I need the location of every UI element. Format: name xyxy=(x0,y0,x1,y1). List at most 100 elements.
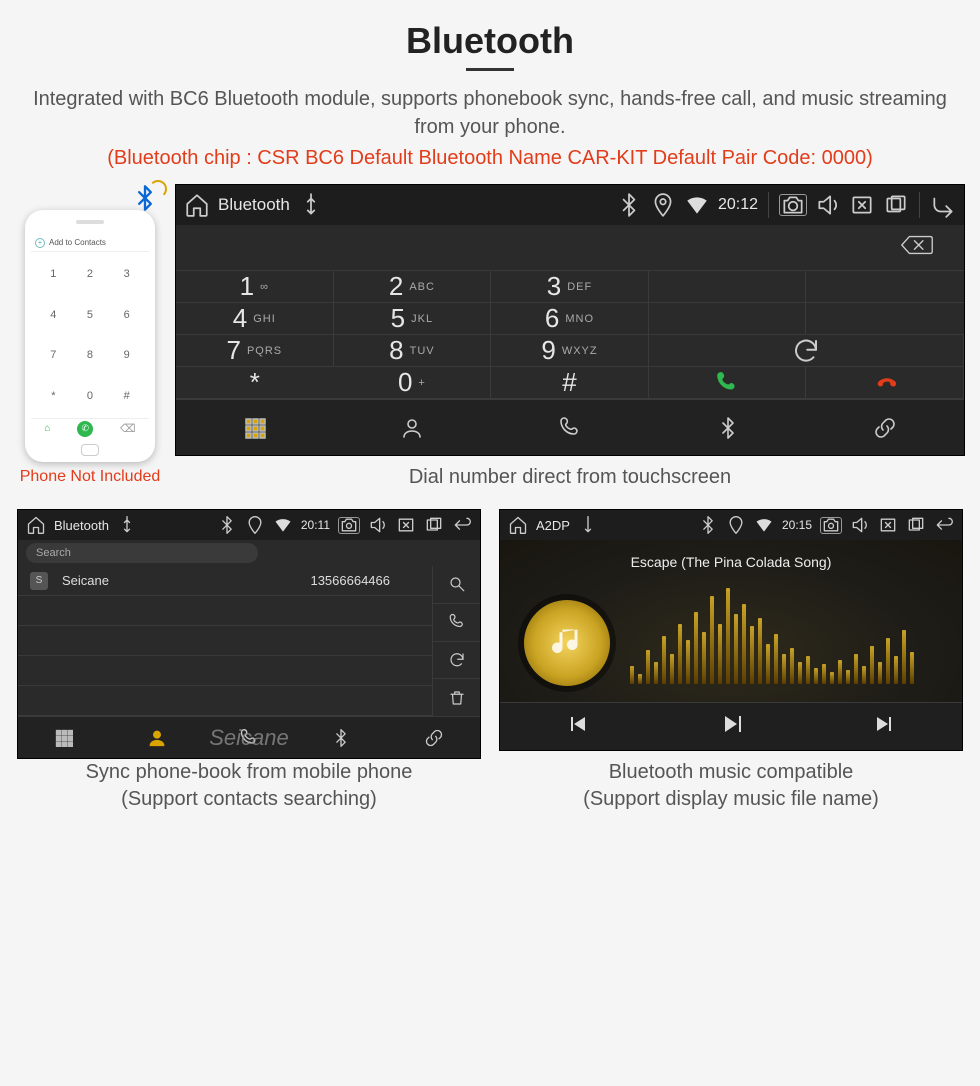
key-2[interactable]: 2ABC xyxy=(334,271,492,303)
usb-icon xyxy=(578,515,598,535)
key-hash[interactable]: # xyxy=(491,367,649,399)
key-blank-2 xyxy=(806,271,964,303)
album-art xyxy=(524,600,610,686)
next-button[interactable] xyxy=(873,712,897,741)
key-9[interactable]: 9WXYZ xyxy=(491,335,649,367)
clock: 20:15 xyxy=(782,518,812,532)
phone-caption: Phone Not Included xyxy=(20,468,161,486)
contact-initial: S xyxy=(30,572,48,590)
clock: 20:12 xyxy=(718,196,758,214)
list-item xyxy=(18,656,432,686)
music-controls xyxy=(500,702,962,750)
tab-contacts[interactable] xyxy=(110,717,202,758)
add-contact-label: Add to Contacts xyxy=(49,238,106,247)
tab-call-log[interactable] xyxy=(203,717,295,758)
search-row: Search xyxy=(18,540,480,566)
add-contact-icon: + xyxy=(35,238,45,248)
back-icon[interactable] xyxy=(934,515,954,535)
volume-icon[interactable] xyxy=(850,515,870,535)
back-icon[interactable] xyxy=(452,515,472,535)
close-app-icon[interactable] xyxy=(878,515,898,535)
phone-mockup-column: + Add to Contacts 123 456 789 *0# ⌂ ✆ ⌫ xyxy=(15,184,165,486)
hangup-button[interactable] xyxy=(806,367,964,399)
key-blank-1 xyxy=(649,271,807,303)
sync-button[interactable] xyxy=(433,642,480,680)
camera-icon[interactable] xyxy=(779,194,807,216)
equalizer-icon xyxy=(630,600,942,684)
backspace-button[interactable] xyxy=(900,234,934,261)
app-title: Bluetooth xyxy=(54,518,109,533)
page-subtitle: Integrated with BC6 Bluetooth module, su… xyxy=(15,85,965,141)
camera-icon[interactable] xyxy=(338,517,360,534)
song-title: Escape (The Pina Colada Song) xyxy=(500,554,962,570)
tab-bluetooth[interactable] xyxy=(649,400,807,455)
clock: 20:11 xyxy=(301,518,330,532)
list-item xyxy=(18,626,432,656)
camera-icon[interactable] xyxy=(820,517,842,534)
usb-icon xyxy=(298,192,324,218)
music-statusbar: A2DP 20:15 xyxy=(500,510,962,540)
contact-name: Seicane xyxy=(62,573,109,588)
recent-apps-icon[interactable] xyxy=(424,515,444,535)
recent-apps-icon[interactable] xyxy=(883,192,909,218)
close-app-icon[interactable] xyxy=(396,515,416,535)
home-icon[interactable] xyxy=(26,515,46,535)
wifi-icon xyxy=(754,515,774,535)
dialer-display xyxy=(176,225,964,271)
key-5[interactable]: 5JKL xyxy=(334,303,492,335)
phonebook-panel: Bluetooth 20:11 Search xyxy=(17,509,481,759)
app-title: Bluetooth xyxy=(218,195,290,215)
key-star[interactable]: * xyxy=(176,367,334,399)
location-icon xyxy=(650,192,676,218)
contact-row[interactable]: S Seicane 13566664466 xyxy=(18,566,432,596)
redial-button[interactable] xyxy=(649,335,964,367)
list-item xyxy=(18,686,432,716)
key-blank-3 xyxy=(649,303,807,335)
phonebook-side-actions xyxy=(432,566,480,716)
tab-pair[interactable] xyxy=(388,717,480,758)
play-pause-button[interactable] xyxy=(719,712,743,741)
tab-pair[interactable] xyxy=(806,400,964,455)
tab-dialpad[interactable] xyxy=(18,717,110,758)
tab-dialpad[interactable] xyxy=(176,400,334,455)
title-underline xyxy=(466,68,514,71)
music-body: Escape (The Pina Colada Song) xyxy=(500,540,962,702)
key-1[interactable]: 1∞ xyxy=(176,271,334,303)
home-icon[interactable] xyxy=(184,192,210,218)
wifi-icon xyxy=(273,515,293,535)
key-0[interactable]: 0+ xyxy=(334,367,492,399)
volume-icon[interactable] xyxy=(815,192,841,218)
list-item xyxy=(18,596,432,626)
page-title: Bluetooth xyxy=(406,20,574,62)
phone-call-icon: ✆ xyxy=(77,421,93,437)
phone-dialpad: 123 456 789 *0# xyxy=(31,252,149,418)
tab-call-log[interactable] xyxy=(491,400,649,455)
contacts-list[interactable]: S Seicane 13566664466 xyxy=(18,566,432,716)
key-3[interactable]: 3DEF xyxy=(491,271,649,303)
search-button[interactable] xyxy=(433,566,480,604)
bluetooth-icon xyxy=(616,192,642,218)
close-app-icon[interactable] xyxy=(849,192,875,218)
delete-button[interactable] xyxy=(433,679,480,716)
recent-apps-icon[interactable] xyxy=(906,515,926,535)
phonebook-statusbar: Bluetooth 20:11 xyxy=(18,510,480,540)
dialer-caption: Dial number direct from touchscreen xyxy=(175,466,965,489)
search-input[interactable]: Search xyxy=(26,543,258,563)
tab-contacts[interactable] xyxy=(334,400,492,455)
dialer-tabs xyxy=(176,399,964,455)
call-button[interactable] xyxy=(433,604,480,642)
tab-bluetooth[interactable] xyxy=(295,717,387,758)
dialer-statusbar: Bluetooth 20:12 xyxy=(176,185,964,225)
back-icon[interactable] xyxy=(930,192,956,218)
phone-backspace-icon: ⌫ xyxy=(120,422,136,435)
prev-button[interactable] xyxy=(565,712,589,741)
key-7[interactable]: 7PQRS xyxy=(176,335,334,367)
home-icon[interactable] xyxy=(508,515,528,535)
phone-voicemail-icon: ⌂ xyxy=(44,423,50,434)
key-8[interactable]: 8TUV xyxy=(334,335,492,367)
volume-icon[interactable] xyxy=(368,515,388,535)
call-button[interactable] xyxy=(649,367,807,399)
key-6[interactable]: 6MNO xyxy=(491,303,649,335)
key-4[interactable]: 4GHI xyxy=(176,303,334,335)
music-caption: Bluetooth music compatible (Support disp… xyxy=(499,759,963,813)
